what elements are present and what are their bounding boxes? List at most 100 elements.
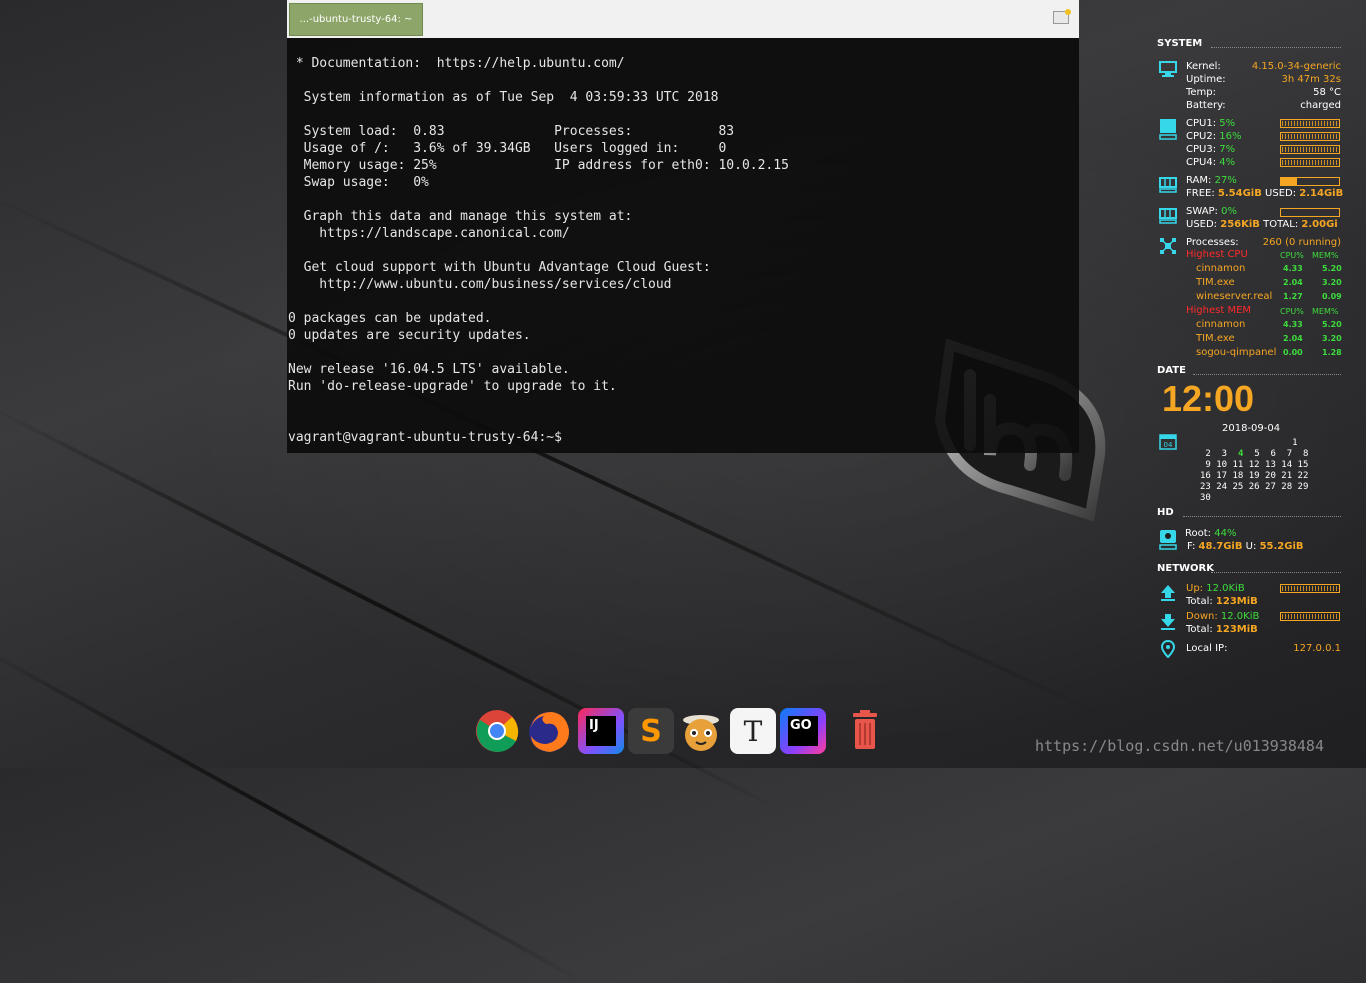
chrome-launcher[interactable]	[474, 708, 520, 754]
cpu-icon	[1159, 118, 1177, 144]
temp-value: 58 °C	[1313, 87, 1341, 98]
sublime-launcher[interactable]: S	[628, 708, 674, 754]
calendar-week: 9 10 11 12 13 14 15	[1200, 460, 1309, 470]
terminal-line: http://www.ubuntu.com/business/services/…	[288, 277, 672, 292]
process-cpu: 0.00	[1283, 348, 1303, 357]
swap-label: SWAP: 0%	[1186, 206, 1237, 217]
upload-graph-sparkline	[1282, 586, 1338, 591]
section-header-hd: HD	[1157, 507, 1341, 523]
cpu-core-label: CPU3:	[1186, 144, 1217, 155]
processes-value: 260 (0 running)	[1262, 237, 1341, 248]
download-graph	[1280, 612, 1340, 621]
local-ip-value: 127.0.0.1	[1293, 643, 1341, 654]
cpu-core-usage: CPU3: 7%	[1186, 144, 1235, 155]
process-name: TIM.exe	[1196, 333, 1235, 344]
upload-total: Total: 123MiB	[1186, 596, 1258, 607]
ram-usage-bar	[1280, 177, 1340, 186]
terminal-output[interactable]: * Documentation: https://help.ubuntu.com…	[287, 38, 1079, 446]
firefox-launcher[interactable]	[526, 708, 572, 754]
uptime-value: 3h 47m 32s	[1281, 74, 1341, 85]
firefox-icon	[529, 712, 570, 752]
mem-column-header: MEM%	[1312, 307, 1339, 316]
highest-cpu-label: Highest CPU	[1186, 249, 1248, 260]
terminal-line: vagrant@vagrant-ubuntu-trusty-64:~$	[288, 430, 562, 445]
process-mem: 3.20	[1322, 334, 1342, 343]
cat-app-launcher[interactable]	[678, 708, 724, 754]
intellij-launcher[interactable]: IJ	[578, 708, 624, 754]
terminal-line: * Documentation: https://help.ubuntu.com…	[288, 56, 625, 71]
cpu-core-value: 4%	[1219, 157, 1236, 168]
chrome-icon	[476, 710, 519, 752]
location-pin-icon	[1160, 639, 1176, 662]
process-mem: 5.20	[1322, 264, 1342, 273]
processes-label: Processes:	[1186, 237, 1239, 248]
terminal-line: Memory usage: 25% IP address for eth0: 1…	[288, 158, 789, 173]
cpu-core-graph	[1280, 119, 1340, 128]
swap-used-total: USED: 256KiB TOTAL: 2.00Gi	[1186, 219, 1338, 230]
typora-icon: T	[743, 714, 763, 748]
clock-time: 12:00	[1162, 378, 1255, 419]
svg-text:04: 04	[1164, 441, 1173, 449]
typora-launcher[interactable]: T	[730, 708, 776, 754]
download-speed: Down: 12.0KiB	[1186, 611, 1260, 622]
calendar-week: 1	[1200, 438, 1298, 448]
cpu-core-value: 16%	[1219, 131, 1242, 142]
ram-icon	[1159, 176, 1177, 198]
calendar-week: 16 17 18 19 20 21 22	[1200, 471, 1309, 481]
process-cpu: 4.33	[1283, 264, 1303, 273]
battery-value: charged	[1300, 100, 1341, 111]
upload-icon	[1159, 584, 1177, 606]
terminal-line: System load: 0.83 Processes: 83	[288, 124, 735, 139]
goland-icon: GO	[788, 716, 818, 746]
ram-usage-fill	[1281, 178, 1297, 185]
section-header-system: SYSTEM	[1157, 38, 1341, 54]
disk-free-used: F: 48.7GiB U: 55.2GiB	[1187, 541, 1304, 552]
cpu-core-sparkline	[1282, 160, 1338, 165]
process-name: cinnamon	[1196, 319, 1246, 330]
terminal-line: https://landscape.canonical.com/	[288, 226, 570, 241]
process-mem: 5.20	[1322, 320, 1342, 329]
cpu-core-graph	[1280, 132, 1340, 141]
goland-launcher[interactable]: GO	[780, 708, 826, 754]
cpu-column-header: CPU%	[1280, 307, 1304, 316]
trash-launcher[interactable]	[842, 708, 888, 754]
upload-graph	[1280, 584, 1340, 593]
dock: IJ S T GO	[470, 705, 890, 765]
mem-column-header: MEM%	[1312, 251, 1339, 260]
cpu-core-sparkline	[1282, 121, 1338, 126]
upload-speed: Up: 12.0KiB	[1186, 583, 1245, 594]
intellij-icon: IJ	[586, 716, 616, 746]
sublime-icon: S	[640, 713, 662, 749]
tray-notification-icon[interactable]	[1053, 9, 1071, 24]
local-ip-label: Local IP:	[1186, 643, 1228, 654]
cpu-core-label: CPU1:	[1186, 118, 1217, 129]
download-graph-sparkline	[1282, 614, 1338, 619]
section-header-network: NETWORK	[1157, 563, 1341, 579]
terminal-line: System information as of Tue Sep 4 03:59…	[288, 90, 719, 105]
swap-icon	[1159, 207, 1177, 229]
calendar-icon: 04	[1159, 432, 1177, 454]
terminal-line: 0 packages can be updated.	[288, 311, 492, 326]
cpu-core-label: CPU2:	[1186, 131, 1217, 142]
cpu-core-value: 5%	[1219, 118, 1236, 129]
swap-usage-bar	[1280, 208, 1340, 217]
kernel-label: Kernel:	[1186, 61, 1221, 72]
terminal-window[interactable]: ...-ubuntu-trusty-64: ~ * Documentation:…	[287, 0, 1079, 453]
conky-panel: SYSTEM Kernel: 4.15.0-34-generic Uptime:…	[1157, 38, 1343, 659]
highest-mem-label: Highest MEM	[1186, 305, 1252, 316]
calendar-week: 2 3 4 5 6 7 8	[1200, 449, 1309, 459]
terminal-line: Get cloud support with Ubuntu Advantage …	[288, 260, 711, 275]
battery-label: Battery:	[1186, 100, 1226, 111]
ram-free-used: FREE: 5.54GiB USED: 2.14GiB	[1186, 188, 1344, 199]
cpu-column-header: CPU%	[1280, 251, 1304, 260]
uptime-label: Uptime:	[1186, 74, 1226, 85]
temp-label: Temp:	[1186, 87, 1217, 98]
cpu-core-usage: CPU2: 16%	[1186, 131, 1242, 142]
terminal-tab[interactable]: ...-ubuntu-trusty-64: ~	[289, 3, 423, 36]
